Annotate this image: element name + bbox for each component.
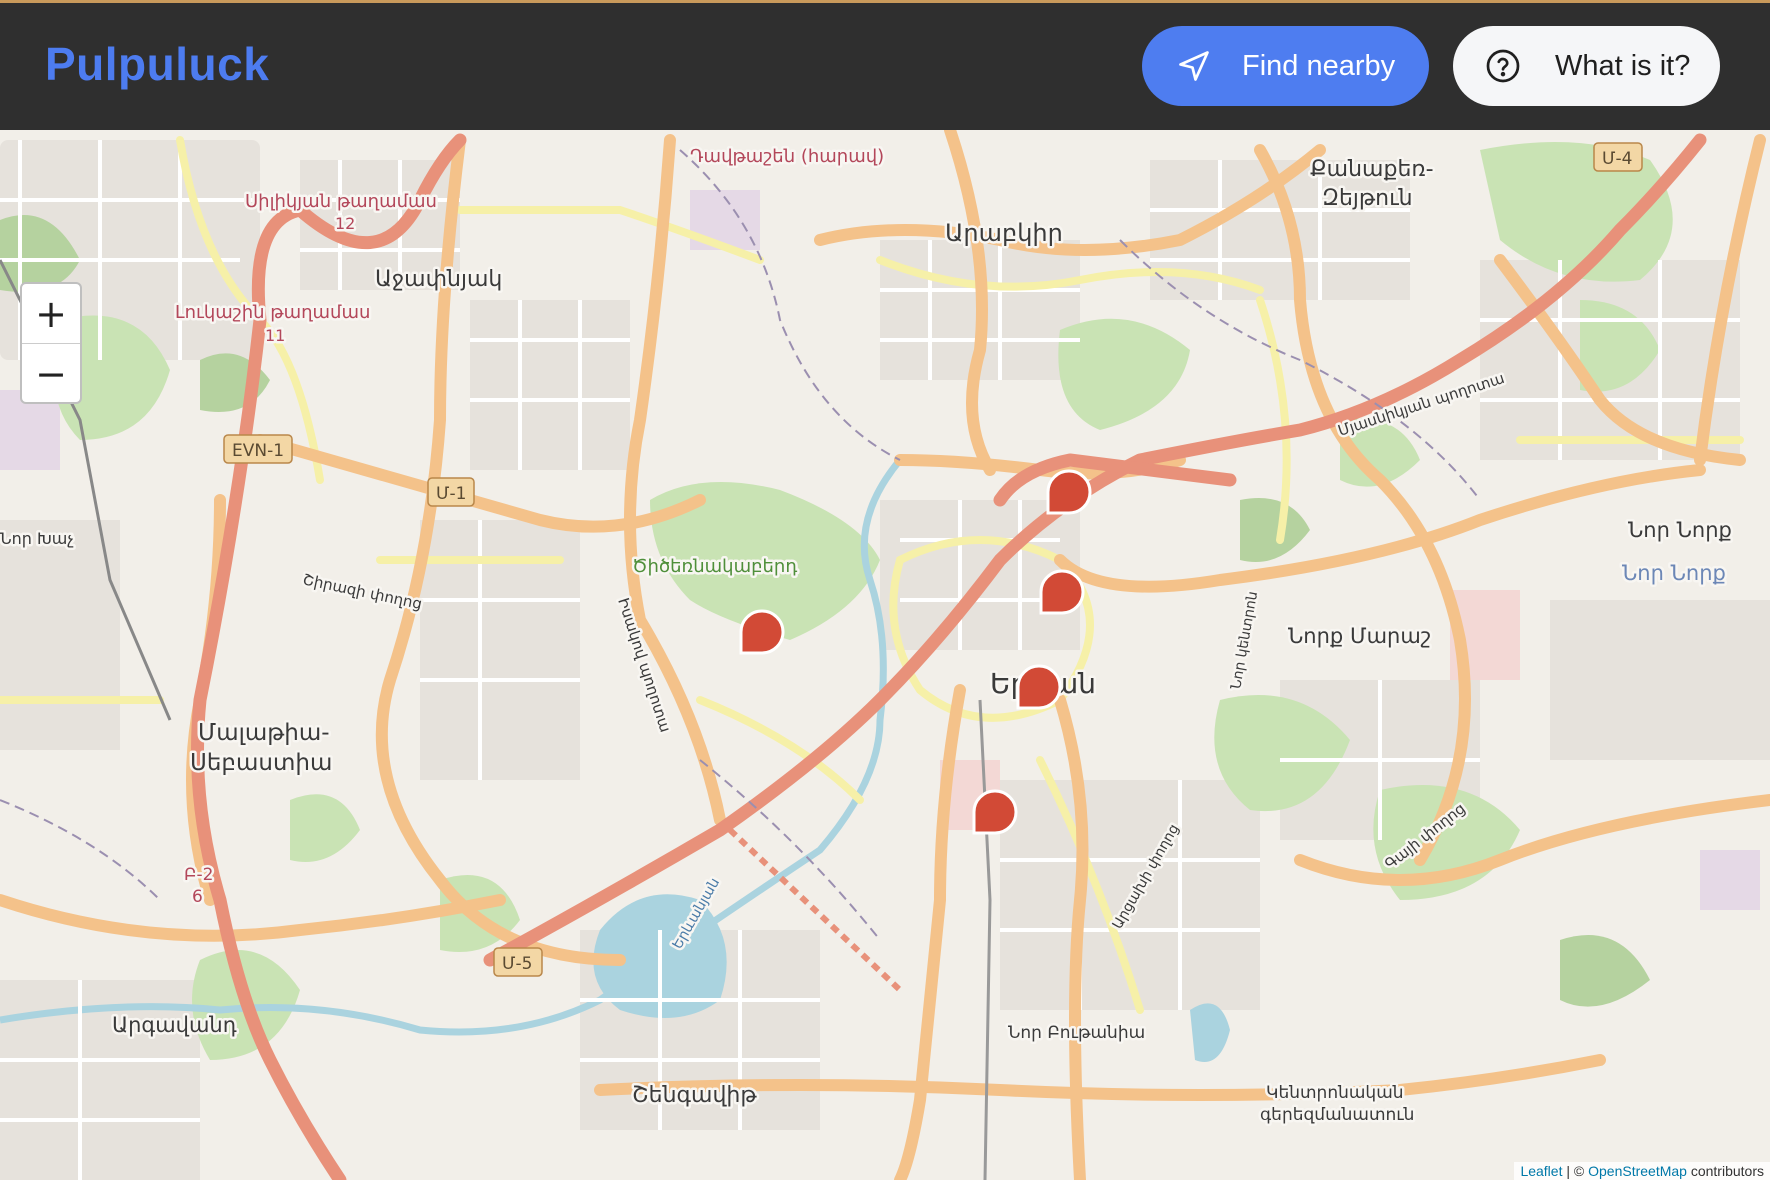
route-shield-m4: Մ-4 bbox=[1593, 142, 1643, 172]
top-bar: Pulpuluck Find nearby What is it? bbox=[0, 3, 1770, 130]
map-attribution: Leaflet | © OpenStreetMap contributors bbox=[1514, 1162, 1770, 1180]
label-tsitsernakaberd: Ծիծեռնակաբերդ bbox=[632, 556, 797, 577]
label-edge-west: Նոր Խաչ bbox=[0, 529, 74, 548]
navigation-arrow-icon bbox=[1176, 48, 1212, 84]
label-nor-butanya: Նոր Բութանիա bbox=[1008, 1023, 1145, 1043]
svg-text:Մ-1: Մ-1 bbox=[436, 484, 466, 504]
marker-2[interactable] bbox=[1039, 569, 1085, 615]
svg-text:Բ-2: Բ-2 bbox=[184, 865, 213, 885]
route-shield-m5: Մ-5 bbox=[493, 947, 543, 977]
label-silikyan: Սիլիկյան թաղամաս bbox=[245, 191, 437, 212]
label-district-11: 11 bbox=[265, 326, 285, 345]
label-ajapnyak: Աջափնյակ bbox=[375, 267, 502, 292]
label-nor-nork: Նոր Նորք bbox=[1628, 518, 1732, 542]
marker-5[interactable] bbox=[972, 789, 1018, 835]
attribution-suffix: contributors bbox=[1686, 1163, 1764, 1179]
what-is-it-label: What is it? bbox=[1555, 49, 1691, 82]
label-district-12: 12 bbox=[335, 214, 355, 233]
label-shengavit: Շենգավիթ bbox=[632, 1083, 757, 1108]
osm-link[interactable]: OpenStreetMap bbox=[1588, 1163, 1687, 1179]
route-shield-m1: Մ-1 bbox=[427, 477, 475, 507]
what-is-it-button[interactable]: What is it? bbox=[1453, 26, 1720, 106]
find-nearby-label: Find nearby bbox=[1242, 49, 1396, 82]
label-kanaker: Քանաքեռ- bbox=[1310, 157, 1434, 182]
zoom-control: + − bbox=[20, 282, 82, 404]
label-lukashin: Լուկաշին թաղամաս bbox=[175, 302, 370, 323]
label-davtashen: Դավթաշեն (հարավ) bbox=[690, 146, 884, 167]
map-canvas[interactable]: Երևան Արաբկիր Քանաքեռ- Զեյթուն Աջափնյակ … bbox=[0, 130, 1770, 1180]
label-central-cemetery-1: Կենտրոնական bbox=[1266, 1083, 1404, 1103]
question-circle-icon bbox=[1485, 48, 1521, 84]
svg-text:Մ-4: Մ-4 bbox=[1602, 149, 1632, 169]
find-nearby-button[interactable]: Find nearby bbox=[1142, 26, 1429, 106]
svg-text:EVN-1: EVN-1 bbox=[232, 441, 284, 461]
map-view[interactable]: Երևան Արաբկիր Քանաքեռ- Զեյթուն Աջափնյակ … bbox=[0, 130, 1770, 1180]
label-malatia-1: Մալաթիա- bbox=[198, 720, 330, 746]
svg-text:Մ-5: Մ-5 bbox=[502, 954, 532, 974]
marker-3[interactable] bbox=[739, 609, 785, 655]
label-malatia-2: Սեբաստիա bbox=[190, 750, 332, 776]
route-shield-evn1: EVN-1 bbox=[223, 434, 293, 464]
label-arabkir: Արաբկիր bbox=[945, 219, 1063, 247]
label-nork-marash: Նորք Մարաշ bbox=[1288, 624, 1431, 648]
label-zeytun: Զեյթուն bbox=[1322, 186, 1413, 211]
marker-4[interactable] bbox=[1016, 664, 1062, 710]
attribution-separator: | © bbox=[1562, 1163, 1589, 1179]
brand-logo[interactable]: Pulpuluck bbox=[45, 37, 269, 91]
leaflet-link[interactable]: Leaflet bbox=[1520, 1163, 1562, 1179]
label-central-cemetery-2: գերեզմանատուն bbox=[1260, 1105, 1414, 1125]
zoom-in-button[interactable]: + bbox=[22, 284, 80, 343]
label-nor-nork-2: Նոր Նորք bbox=[1622, 561, 1726, 585]
marker-1[interactable] bbox=[1046, 469, 1092, 515]
zoom-out-button[interactable]: − bbox=[22, 343, 80, 403]
label-arghavand: Արգավանդ bbox=[112, 1013, 237, 1037]
svg-text:6: 6 bbox=[192, 887, 203, 907]
